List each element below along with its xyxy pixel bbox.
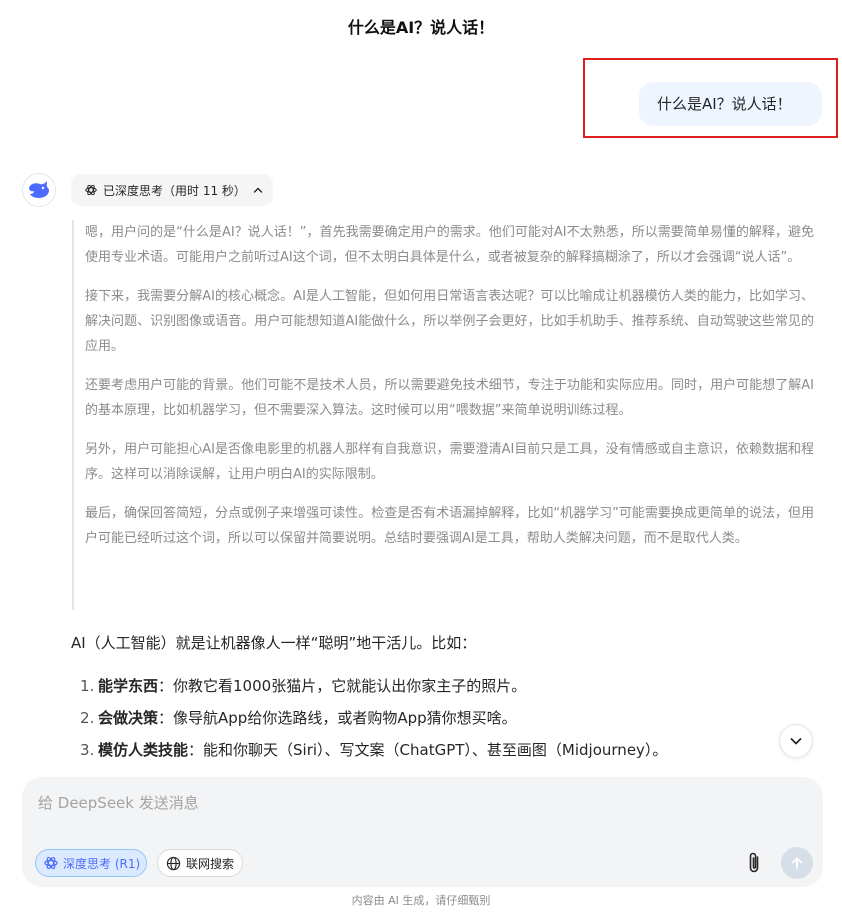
answer-list: 1. 能学东西 ：你教它看1000张猫片，它就能认出你家主子的照片。 2. 会做… xyxy=(80,670,667,766)
thinking-toggle-button[interactable]: 已深度思考（用时 11 秒） xyxy=(71,174,273,206)
user-message-bubble: 什么是AI？说人话！ xyxy=(639,82,822,126)
scroll-to-bottom-button[interactable] xyxy=(779,724,813,758)
ai-disclaimer: 内容由 AI 生成，请仔细甄别 xyxy=(351,894,491,907)
list-item: 3. 模仿人类技能 ：能和你聊天（Siri）、写文案（ChatGPT）、甚至画图… xyxy=(80,734,667,766)
answer-intro: AI（人工智能）就是让机器像人一样“聪明”地干活儿。比如： xyxy=(71,634,477,652)
message-composer: 深度思考 (R1) 联网搜索 xyxy=(22,777,823,887)
message-input[interactable] xyxy=(36,787,800,819)
list-item-text: ：像导航App给你选路线，或者购物App猜你想买啥。 xyxy=(158,709,517,727)
thinking-paragraph: 嗯，用户问的是“什么是AI？说人话！”，首先我需要确定用户的需求。他们可能对AI… xyxy=(85,225,814,265)
list-item: 1. 能学东西 ：你教它看1000张猫片，它就能认出你家主子的照片。 xyxy=(80,670,667,702)
page-title: 什么是AI？说人话！ xyxy=(347,18,495,37)
deep-think-toggle[interactable]: 深度思考 (R1) xyxy=(35,849,147,877)
list-item-title: 模仿人类技能 xyxy=(98,741,189,759)
web-search-toggle[interactable]: 联网搜索 xyxy=(157,849,243,877)
atom-icon xyxy=(44,857,58,869)
send-button[interactable] xyxy=(781,847,813,879)
list-item-title: 会做决策 xyxy=(98,709,159,727)
attach-file-button[interactable] xyxy=(741,849,767,877)
list-item-number: 2. xyxy=(80,709,95,727)
web-search-label: 联网搜索 xyxy=(186,856,235,871)
list-item-title: 能学东西 xyxy=(98,677,159,695)
atom-icon xyxy=(85,184,97,196)
chevron-down-icon xyxy=(790,738,802,745)
deepseek-avatar xyxy=(22,173,56,207)
list-item-text: ：能和你聊天（Siri）、写文案（ChatGPT）、甚至画图（Midjourne… xyxy=(188,741,668,759)
chevron-up-icon xyxy=(253,187,263,193)
chat-page: 什么是AI？说人话！ 什么是AI？说人话！ 已深度思考（用时 11 秒） 嗯，用… xyxy=(0,0,842,913)
thinking-content: 嗯，用户问的是“什么是AI？说人话！”，首先我需要确定用户的需求。他们可能对AI… xyxy=(72,220,814,610)
whale-logo-icon xyxy=(29,181,49,198)
thinking-paragraph: 最后，确保回答简短，分点或例子来增强可读性。检查是否有术语漏掉解释，比如“机器学… xyxy=(85,506,814,546)
thinking-paragraph: 还要考虑用户可能的背景。他们可能不是技术人员，所以需要避免技术细节，专注于功能和… xyxy=(85,378,814,418)
globe-icon xyxy=(166,856,181,870)
list-item: 2. 会做决策 ：像导航App给你选路线，或者购物App猜你想买啥。 xyxy=(80,702,667,734)
thinking-toggle-label: 已深度思考（用时 11 秒） xyxy=(103,183,246,198)
thinking-paragraph: 接下来，我需要分解AI的核心概念。AI是人工智能，但如何用日常语言表达呢？可以比… xyxy=(85,289,814,354)
list-item-number: 1. xyxy=(80,677,95,695)
deep-think-label: 深度思考 (R1) xyxy=(63,856,141,871)
thinking-paragraph: 另外，用户可能担心AI是否像电影里的机器人那样有自我意识，需要澄清AI目前只是工… xyxy=(85,442,814,482)
paperclip-icon xyxy=(749,852,759,873)
arrow-up-icon xyxy=(791,857,803,869)
list-item-text: ：你教它看1000张猫片，它就能认出你家主子的照片。 xyxy=(158,677,527,695)
list-item-number: 3. xyxy=(80,741,95,759)
